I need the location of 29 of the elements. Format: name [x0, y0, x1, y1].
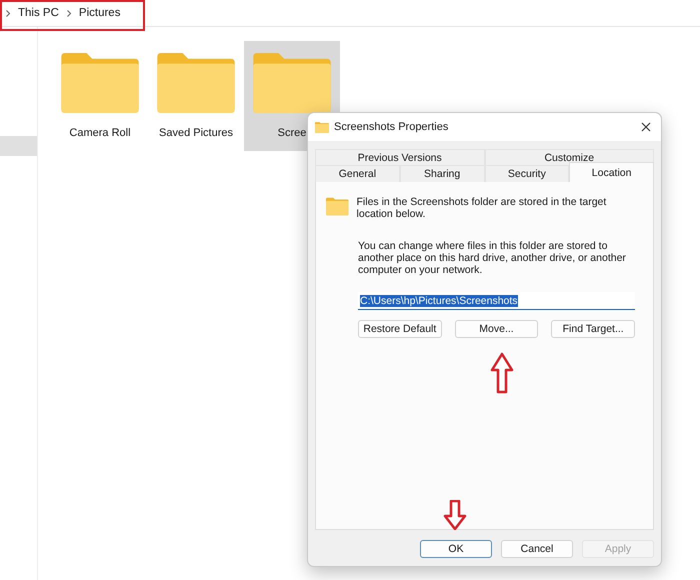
info-text: Files in the Screenshots folder are stored in the target location below.: [356, 196, 608, 220]
folder-icon: [253, 53, 331, 113]
tab[interactable]: Customize: [484, 149, 654, 165]
chevron-icon: [66, 10, 71, 16]
breadcrumb-item[interactable]: This PC: [18, 7, 59, 19]
tab[interactable]: Security: [484, 165, 570, 182]
folder-icon: [315, 122, 329, 132]
folder-icon: [326, 196, 349, 217]
description-text: You can change where files in this folder are stored to another place on this hard drive, another drive, or another computer on your network.: [358, 240, 627, 276]
chevron-icon: [6, 10, 10, 16]
folder-item[interactable]: Camera Roll: [52, 41, 148, 151]
breadcrumb-item[interactable]: Pictures: [78, 7, 120, 19]
sidebar-highlight: [0, 136, 37, 156]
location-button[interactable]: Move...: [454, 320, 538, 338]
close-icon: [641, 122, 651, 132]
path-field[interactable]: C:\Users\hp\Pictures\Screenshots: [358, 292, 635, 310]
tab[interactable]: Location: [569, 162, 654, 182]
tab[interactable]: Previous Versions: [315, 149, 484, 165]
location-button[interactable]: Restore Default: [358, 320, 442, 338]
tab[interactable]: General: [315, 165, 400, 182]
tab[interactable]: Sharing: [400, 165, 484, 182]
location-button[interactable]: Find Target...: [551, 320, 636, 338]
dialog-button[interactable]: Cancel: [501, 540, 573, 558]
up-arrow-icon: [490, 352, 514, 394]
folder-item[interactable]: Saved Pictures: [148, 41, 244, 151]
close-button[interactable]: [639, 120, 653, 134]
folder-icon: [61, 53, 139, 113]
dialog-button[interactable]: OK: [420, 540, 492, 558]
folder-icon: [157, 53, 235, 113]
